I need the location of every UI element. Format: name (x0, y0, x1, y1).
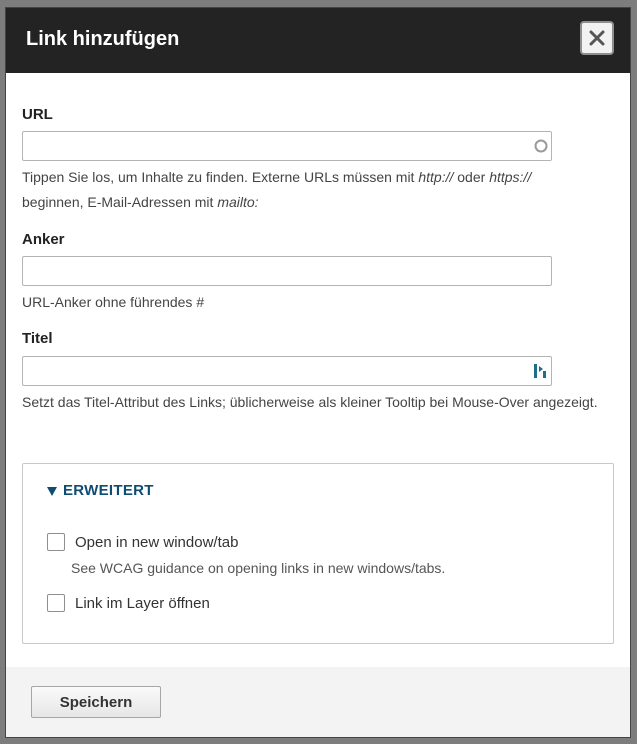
new-window-description: See WCAG guidance on opening links in ne… (71, 560, 446, 576)
new-window-label[interactable]: Open in new window/tab (75, 534, 238, 551)
dialog-footer: Speichern (6, 667, 630, 737)
advanced-toggle[interactable]: ERWEITERT (47, 482, 154, 499)
link-dialog: Link hinzufügen URL Tippen Sie los, um I… (5, 7, 631, 738)
url-label: URL (22, 106, 53, 123)
advanced-fieldset: ERWEITERT Open in new window/tab See WCA… (22, 463, 614, 644)
url-input[interactable] (22, 131, 552, 161)
text-picker-icon[interactable] (533, 363, 547, 379)
anchor-description: URL-Anker ohne führendes # (22, 294, 205, 310)
close-icon (589, 30, 605, 46)
layer-checkbox[interactable] (47, 594, 65, 612)
advanced-toggle-label: ERWEITERT (63, 482, 154, 499)
title-input[interactable] (22, 356, 552, 386)
dialog-titlebar: Link hinzufügen (6, 8, 630, 73)
url-input-wrap (22, 131, 552, 161)
close-button[interactable] (580, 21, 614, 55)
layer-label[interactable]: Link im Layer öffnen (75, 595, 210, 612)
new-window-row: Open in new window/tab (47, 533, 238, 551)
title-input-wrap (22, 356, 552, 386)
save-button[interactable]: Speichern (31, 686, 161, 718)
dialog-title: Link hinzufügen (26, 28, 180, 50)
url-description: Tippen Sie los, um Inhalte zu finden. Ex… (22, 169, 532, 210)
anchor-label: Anker (22, 231, 65, 248)
autocomplete-spinner-icon (534, 139, 548, 153)
layer-row: Link im Layer öffnen (47, 594, 210, 612)
title-description: Setzt das Titel-Attribut des Links; übli… (22, 394, 598, 410)
anchor-input[interactable] (22, 256, 552, 286)
title-label: Titel (22, 330, 53, 347)
new-window-checkbox[interactable] (47, 533, 65, 551)
triangle-down-icon (47, 486, 57, 496)
